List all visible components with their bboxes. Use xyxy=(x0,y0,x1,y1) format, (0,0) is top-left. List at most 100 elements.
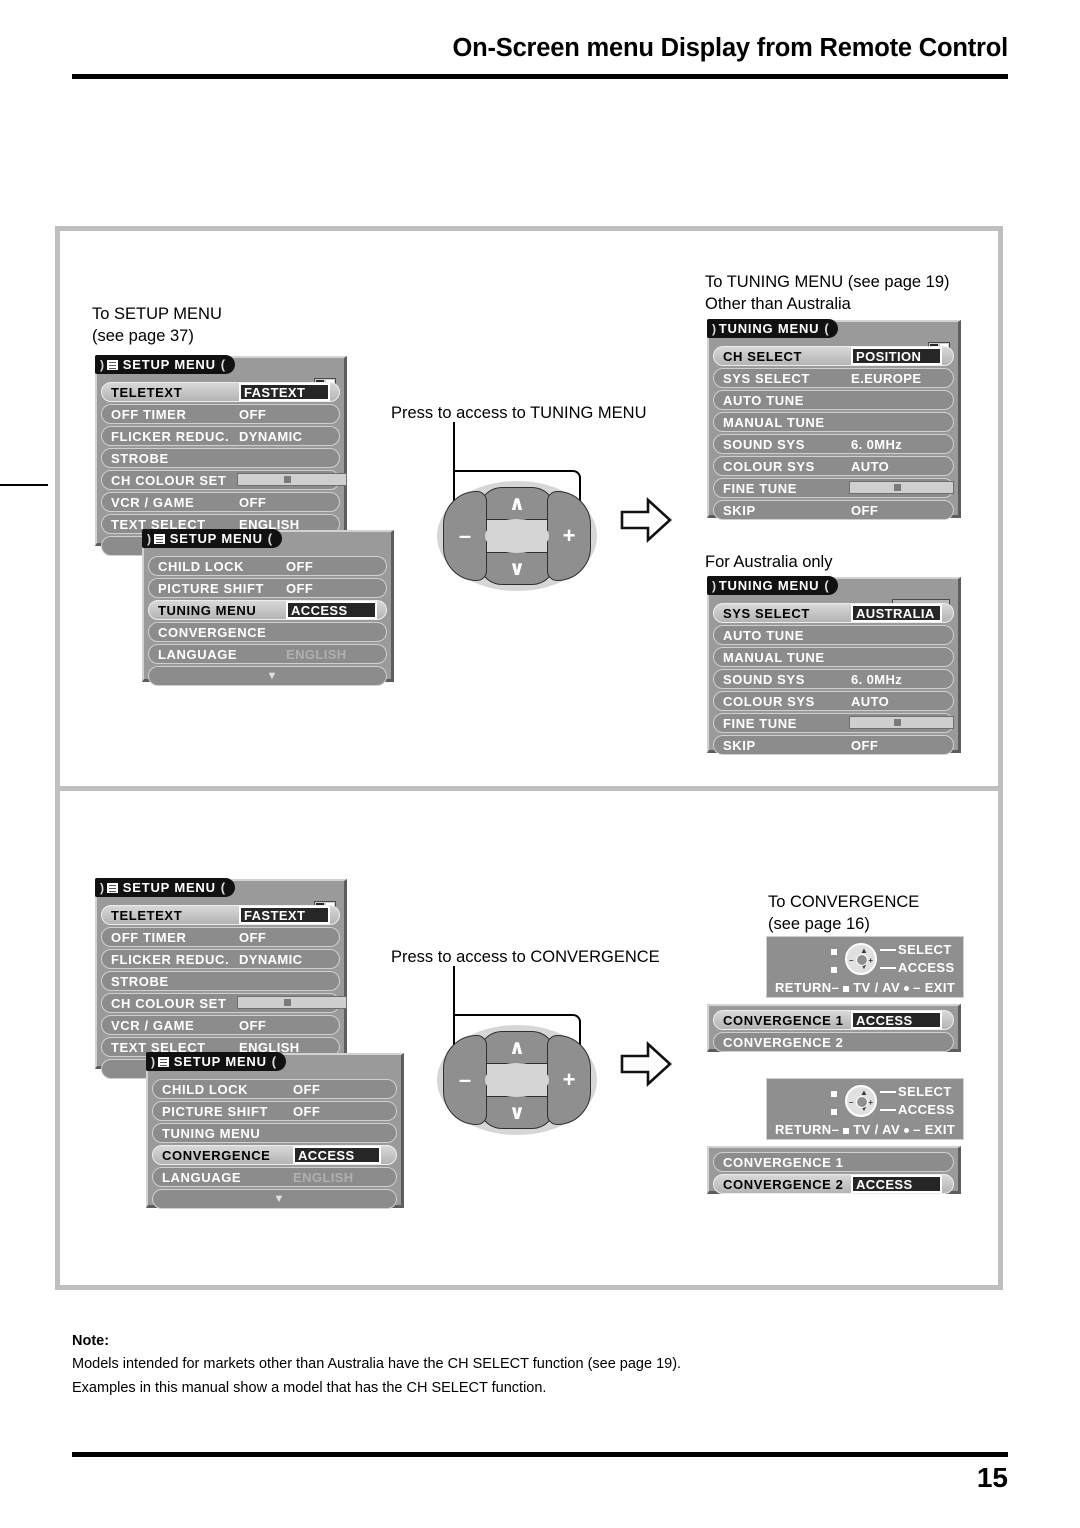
osd-row-label: CH COLOUR SET xyxy=(111,472,227,488)
osd-row-label: AUTO TUNE xyxy=(723,627,804,643)
osd-row-value: OFF xyxy=(239,929,267,945)
slider-knob[interactable] xyxy=(284,999,292,1006)
osd-row-value: AUTO xyxy=(851,458,890,474)
flow-arrow-right-top xyxy=(620,497,672,543)
dpad-down-button[interactable]: ∨ xyxy=(478,1096,556,1129)
caption-to-tuning-menu: To TUNING MENU (see page 19) Other than … xyxy=(705,273,950,314)
osd-row-label: AUTO TUNE xyxy=(723,392,804,408)
osd-row[interactable]: CH COLOUR SET xyxy=(101,470,347,490)
slider-knob[interactable] xyxy=(894,484,902,491)
osd-row[interactable]: CONVERGENCE ACCESS xyxy=(152,1145,397,1165)
osd-row-value: AUSTRALIA xyxy=(851,604,942,622)
remote-dpad-top[interactable]: ∧ ∨ – + xyxy=(437,481,597,591)
osd-row[interactable]: CH COLOUR SET xyxy=(101,993,347,1013)
dpad-plus-button[interactable]: + xyxy=(547,491,591,581)
osd-row[interactable]: COLOUR SYS AUTO xyxy=(713,456,954,476)
osd-row[interactable]: SYS SELECT AUSTRALIA xyxy=(713,603,954,623)
hint-dot-exit xyxy=(904,1128,910,1134)
title-lead-glyph: ) xyxy=(100,357,105,372)
osd-row[interactable]: ▼ xyxy=(148,666,387,686)
osd-row[interactable]: PICTURE SHIFT OFF xyxy=(152,1101,397,1121)
osd-row-label: CHILD LOCK xyxy=(158,558,245,574)
osd-row-slider[interactable] xyxy=(237,996,347,1009)
dpad-center[interactable] xyxy=(485,519,549,553)
dpad-minus-button[interactable]: – xyxy=(443,1035,487,1125)
osd-row[interactable]: CONVERGENCE 2 ACCESS xyxy=(713,1174,954,1194)
osd-row-slider[interactable] xyxy=(849,481,954,494)
hint-dash-2: – xyxy=(913,980,921,995)
osd-row-label: CONVERGENCE 2 xyxy=(723,1034,844,1050)
osd-row[interactable]: SOUND SYS 6. 0MHz xyxy=(713,669,954,689)
dpad-minus-button[interactable]: – xyxy=(443,491,487,581)
osd-row[interactable]: FINE TUNE xyxy=(713,478,954,498)
osd-row-label: SKIP xyxy=(723,502,756,518)
osd-row[interactable]: TELETEXT FASTEXT xyxy=(101,382,340,402)
mini-dpad-right-icon: + xyxy=(868,956,873,965)
remote-dpad-bottom[interactable]: ∧ ∨ – + xyxy=(437,1025,597,1135)
mini-dpad-left-icon: – xyxy=(849,1098,854,1107)
osd-row[interactable]: COLOUR SYS AUTO xyxy=(713,691,954,711)
dpad-up-button[interactable]: ∧ xyxy=(478,1031,556,1064)
osd-row[interactable]: VCR / GAME OFF xyxy=(101,492,340,512)
osd-row[interactable]: AUTO TUNE xyxy=(713,625,954,645)
osd-row-label: CH COLOUR SET xyxy=(111,995,227,1011)
osd-title-label: TUNING MENU xyxy=(718,321,820,336)
menu-list-icon xyxy=(157,1056,169,1067)
osd-row[interactable]: SOUND SYS 6. 0MHz xyxy=(713,434,954,454)
osd-row[interactable]: MANUAL TUNE xyxy=(713,647,954,667)
osd-row[interactable]: FLICKER REDUC. DYNAMIC xyxy=(101,949,340,969)
dpad-down-button[interactable]: ∨ xyxy=(478,552,556,585)
osd-row[interactable]: FINE TUNE xyxy=(713,713,954,733)
osd-convergence-list-1: CONVERGENCE 1 ACCESS CONVERGENCE 2 xyxy=(707,1004,961,1052)
osd-row[interactable]: CONVERGENCE xyxy=(148,622,387,642)
hint-square-access xyxy=(831,1109,837,1115)
osd-row[interactable]: TUNING MENU xyxy=(152,1123,397,1143)
note-line-1: Models intended for markets other than A… xyxy=(72,1356,682,1373)
hint-label-select: SELECT xyxy=(898,942,952,957)
osd-row-label: FINE TUNE xyxy=(723,480,798,496)
osd-row[interactable]: AUTO TUNE xyxy=(713,390,954,410)
osd-row[interactable]: ▼ xyxy=(152,1189,397,1209)
osd-row[interactable]: CHILD LOCK OFF xyxy=(148,556,387,576)
osd-row[interactable]: STROBE xyxy=(101,448,340,468)
osd-row[interactable]: CONVERGENCE 2 xyxy=(713,1032,954,1052)
osd-row[interactable]: SYS SELECT E.EUROPE xyxy=(713,368,954,388)
osd-title-bar: ) SETUP MENU ( xyxy=(95,355,235,374)
slider-knob[interactable] xyxy=(284,476,292,483)
osd-row[interactable]: VCR / GAME OFF xyxy=(101,1015,340,1035)
osd-row-slider[interactable] xyxy=(849,716,954,729)
osd-row[interactable]: SKIP OFF xyxy=(713,735,954,755)
osd-row[interactable]: CH SELECT POSITION xyxy=(713,346,954,366)
osd-row[interactable]: TUNING MENU ACCESS xyxy=(148,600,387,620)
dpad-center[interactable] xyxy=(485,1063,549,1097)
osd-row[interactable]: OFF TIMER OFF xyxy=(101,927,340,947)
osd-row[interactable]: CHILD LOCK OFF xyxy=(152,1079,397,1099)
dpad-up-button[interactable]: ∧ xyxy=(478,487,556,520)
osd-row[interactable]: PICTURE SHIFT OFF xyxy=(148,578,387,598)
hint-square-return xyxy=(843,985,850,992)
osd-row[interactable]: LANGUAGE ENGLISH xyxy=(148,644,387,664)
dpad-plus-button[interactable]: + xyxy=(547,1035,591,1125)
slider-knob[interactable] xyxy=(894,719,902,726)
osd-row-label: CONVERGENCE 2 xyxy=(723,1176,844,1192)
osd-row[interactable]: CONVERGENCE 1 ACCESS xyxy=(713,1010,954,1030)
osd-row-label: SKIP xyxy=(723,737,756,753)
osd-row[interactable]: MANUAL TUNE xyxy=(713,412,954,432)
osd-row-slider[interactable] xyxy=(237,473,347,486)
osd-row[interactable]: OFF TIMER OFF xyxy=(101,404,340,424)
osd-row[interactable]: FLICKER REDUC. DYNAMIC xyxy=(101,426,340,446)
chevron-down-icon[interactable]: ▼ xyxy=(162,1189,396,1209)
mini-dpad-center xyxy=(856,1096,868,1108)
osd-title-label: SETUP MENU xyxy=(173,1054,267,1069)
osd-row[interactable]: CONVERGENCE 1 xyxy=(713,1152,954,1172)
osd-row[interactable]: SKIP OFF xyxy=(713,500,954,520)
osd-row-label: VCR / GAME xyxy=(111,1017,195,1033)
osd-row[interactable]: TELETEXT FASTEXT xyxy=(101,905,340,925)
chevron-down-icon[interactable]: ▼ xyxy=(158,666,386,686)
osd-row[interactable]: STROBE xyxy=(101,971,340,991)
note-block: Note: Models intended for markets other … xyxy=(72,1330,992,1400)
osd-title-bar: ) SETUP MENU ( xyxy=(95,878,235,897)
osd-row[interactable]: LANGUAGE ENGLISH xyxy=(152,1167,397,1187)
hint-tick-access xyxy=(880,967,896,969)
osd-row-value: DYNAMIC xyxy=(239,428,303,444)
